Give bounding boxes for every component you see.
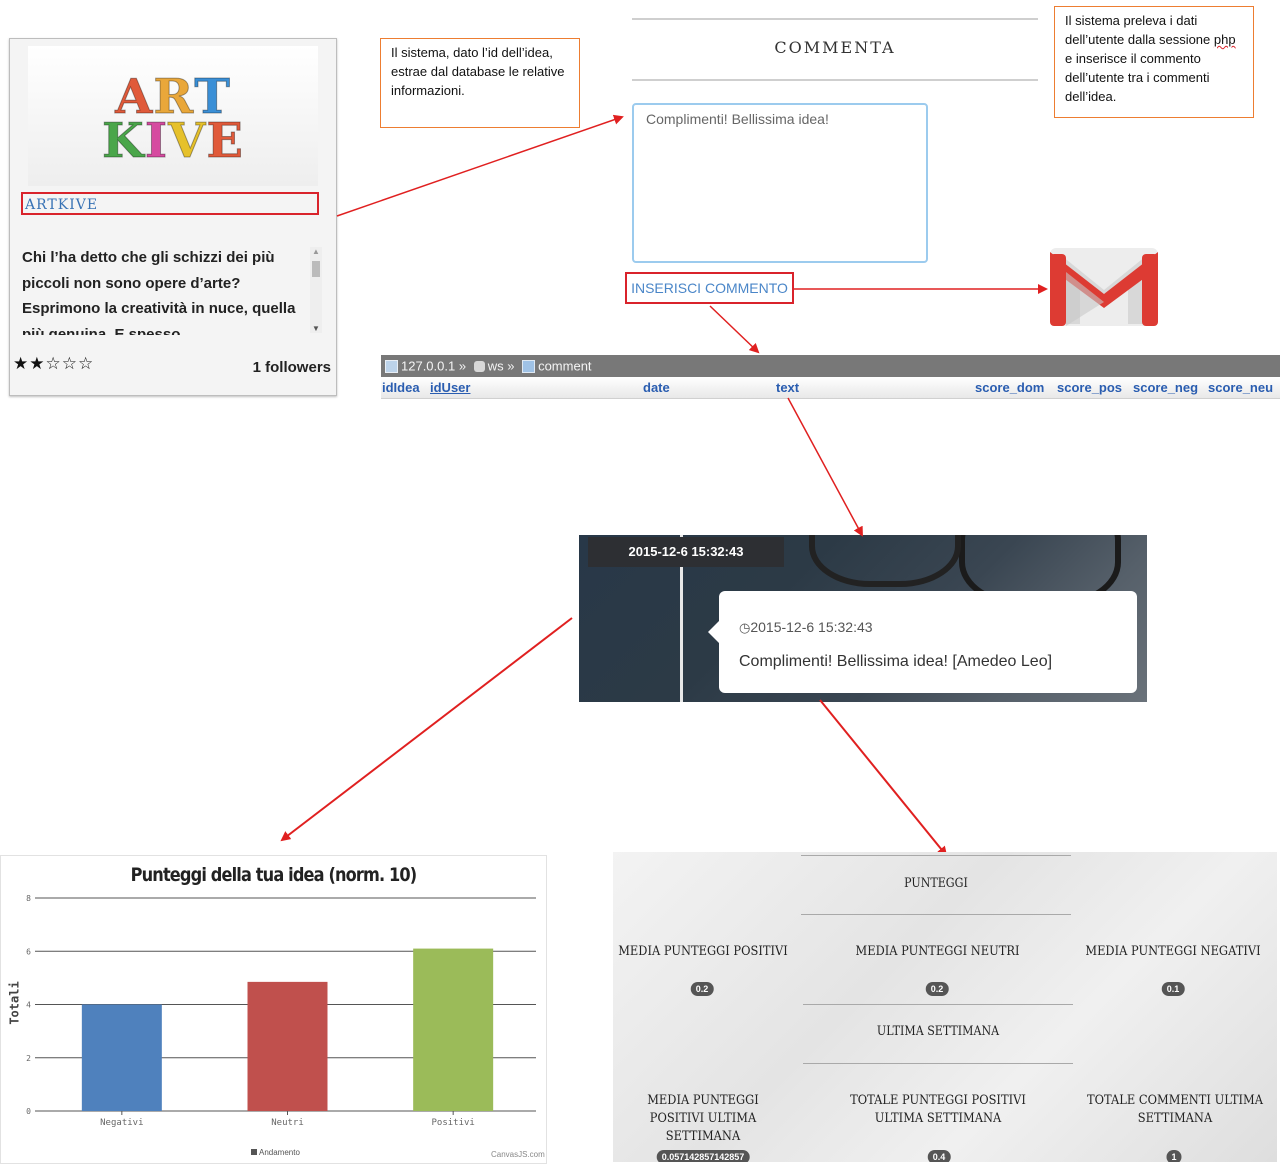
server-icon	[385, 360, 398, 374]
divider-bottom	[632, 79, 1038, 81]
idea-description: Chi l’ha detto che gli schizzi dei più p…	[22, 249, 296, 335]
chart-legend[interactable]: Andamento	[251, 1148, 300, 1157]
db-table[interactable]: comment	[538, 359, 591, 374]
logo-line-2: KIVE	[28, 113, 318, 169]
arrow-db-to-timeline	[787, 397, 863, 537]
chart-bar-neutri	[247, 981, 328, 1111]
idea-logo: ART KIVE	[28, 46, 318, 186]
idea-title-link[interactable]: ARTKIVE	[25, 197, 98, 213]
table-icon	[522, 360, 536, 374]
db-separator: »	[507, 358, 515, 374]
stats-panel: PUNTEGGI MEDIA PUNTEGGI POSITIVI 0.2 MED…	[613, 852, 1277, 1162]
comment-heading: COMMENTA	[774, 38, 896, 57]
comment-bubble: ◷2015-12-6 15:32:43 Complimenti! Belliss…	[719, 591, 1137, 693]
chart-y-tick-label: 0	[26, 1107, 31, 1116]
chart-y-tick-label: 2	[26, 1054, 31, 1063]
glasses-decoration	[809, 535, 961, 587]
chart-x-tick-label: Negativi	[100, 1118, 143, 1128]
stat-label-avg-positive: MEDIA PUNTEGGI POSITIVI	[618, 944, 788, 959]
stat-label-week-total-positive: TOTALE PUNTEGGI POSITIVI ULTIMA SETTIMAN…	[850, 1093, 1026, 1126]
chart-canvas: 0 2 4 6 8 Negativi Neutri Positivi	[26, 894, 536, 1128]
stat-value-avg-positive: 0.2	[690, 982, 714, 996]
clock-icon: ◷	[739, 620, 751, 635]
arrow-button-to-db	[709, 305, 760, 354]
db-table-header: idIdea idUser date text score_dom score_…	[381, 377, 1280, 399]
scroll-thumb[interactable]	[312, 261, 320, 277]
db-server[interactable]: 127.0.0.1	[401, 359, 455, 374]
chart-y-tick-label: 4	[26, 1001, 31, 1010]
scroll-up-icon[interactable]: ▲	[312, 247, 320, 256]
col-score-pos[interactable]: score_pos	[1057, 380, 1122, 395]
chart-x-tick-label: Positivi	[431, 1118, 474, 1128]
insert-comment-button[interactable]: INSERISCI COMMENTO	[625, 272, 794, 304]
note-text-part2: e inserisce il commento dell’utente tra …	[1065, 51, 1210, 104]
db-breadcrumb: 127.0.0.1 » ws » comment	[381, 355, 1280, 377]
gmail-icon	[1050, 248, 1158, 326]
stats-divider	[801, 914, 1071, 915]
logo-letter: I	[144, 113, 169, 169]
comment-textarea[interactable]: Complimenti! Bellissima idea!	[632, 103, 928, 263]
db-separator: »	[458, 358, 467, 374]
comment-timeline: 2015-12-6 15:32:43 ◷2015-12-6 15:32:43 C…	[579, 535, 1147, 702]
stat-label-avg-negative: MEDIA PUNTEGGI NEGATIVI	[1085, 944, 1261, 959]
followers-count: 1 followers	[252, 359, 331, 376]
stats-divider	[801, 855, 1071, 856]
logo-letter: E	[206, 113, 244, 169]
comment-timestamp: ◷2015-12-6 15:32:43	[739, 619, 873, 636]
stat-label-avg-neutral: MEDIA PUNTEGGI NEUTRI	[855, 944, 1020, 959]
chart-y-axis-label: Totali	[7, 981, 22, 1025]
stat-value-week-total-positive: 0.4	[927, 1150, 951, 1162]
stat-value-avg-negative: 0.1	[1161, 982, 1185, 996]
score-chart: 0 2 4 6 8 Negativi Neutri Positivi Punteggi del…	[0, 855, 547, 1164]
col-score-neu[interactable]: score_neu	[1208, 380, 1273, 395]
stat-label-week-avg-positive: MEDIA PUNTEGGI POSITIVI ULTIMA SETTIMANA	[647, 1093, 759, 1144]
chart-credit[interactable]: CanvasJS.com	[491, 1150, 545, 1159]
chart-bar-negativi	[81, 1004, 162, 1111]
db-database[interactable]: ws	[488, 359, 504, 374]
stats-heading-scores: PUNTEGGI	[904, 876, 968, 891]
legend-label: Andamento	[259, 1148, 300, 1157]
idea-title-highlight: ARTKIVE	[21, 192, 319, 215]
chart-title: Punteggi della tua idea (norm. 10)	[130, 864, 418, 886]
stat-value-avg-neutral: 0.2	[925, 982, 949, 996]
chart-y-tick-label: 8	[26, 894, 31, 903]
comment-text: Complimenti! Bellissima idea! [Amedeo Le…	[739, 653, 1053, 670]
stat-label-week-total-comments: TOTALE COMMENTI ULTIMA SETTIMANA	[1087, 1093, 1263, 1126]
comment-time-text: 2015-12-6 15:32:43	[750, 619, 873, 635]
logo-letter: V	[168, 113, 207, 169]
col-date[interactable]: date	[643, 380, 670, 395]
arrow-card-to-comment	[336, 114, 624, 217]
col-score-neg[interactable]: score_neg	[1133, 380, 1198, 395]
stats-divider	[803, 1063, 1073, 1064]
divider-top	[632, 18, 1038, 20]
stat-value-week-total-comments: 1	[1166, 1150, 1182, 1162]
legend-marker-icon	[251, 1149, 257, 1155]
arrow-timeline-to-stats	[819, 699, 948, 857]
stats-divider	[803, 1004, 1073, 1005]
description-scrollbar[interactable]: ▲ ▼	[310, 247, 322, 333]
star-rating[interactable]: ★★☆☆☆	[13, 354, 94, 374]
col-idIdea[interactable]: idIdea	[382, 380, 420, 395]
col-text[interactable]: text	[776, 380, 799, 395]
scroll-down-icon[interactable]: ▼	[312, 324, 320, 333]
note-insert-comment: Il sistema preleva i dati dell’utente da…	[1054, 6, 1254, 118]
col-idUser[interactable]: idUser	[430, 380, 470, 395]
stat-value-week-avg-positive: 0.057142857142857	[656, 1150, 750, 1162]
note-text-part1: Il sistema preleva i dati dell’utente da…	[1065, 13, 1214, 47]
idea-card: ART KIVE ARTKIVE Chi l’ha detto che gli …	[9, 38, 337, 396]
arrow-timeline-to-chart	[280, 617, 573, 842]
col-score-dom[interactable]: score_dom	[975, 380, 1044, 395]
chart-y-tick-label: 6	[26, 947, 31, 956]
timeline-date-badge: 2015-12-6 15:32:43	[588, 537, 784, 567]
note-text-php: php	[1213, 32, 1236, 47]
stats-heading-week: ULTIMA SETTIMANA	[876, 1024, 1000, 1039]
logo-letter: K	[101, 113, 145, 169]
chart-bar-positivi	[413, 948, 494, 1111]
database-icon	[473, 361, 485, 373]
note-fetch-idea: Il sistema, dato l’id dell’idea, estrae …	[380, 38, 580, 128]
chart-x-tick-label: Neutri	[271, 1118, 304, 1128]
